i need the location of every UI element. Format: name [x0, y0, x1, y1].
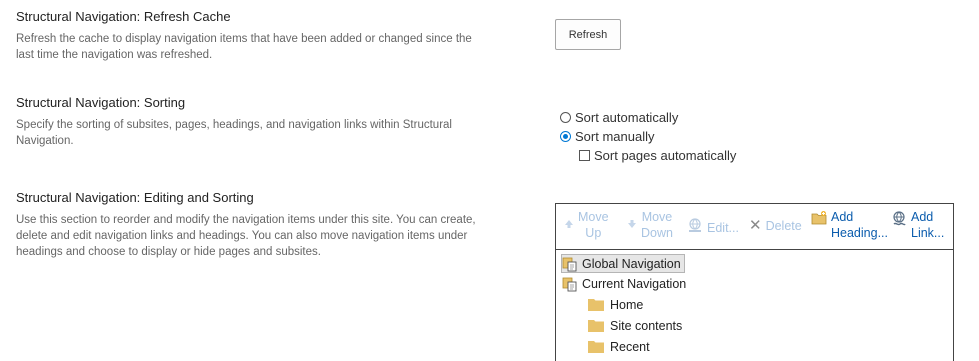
tree-node-recent[interactable]: Recent — [588, 337, 650, 356]
add-heading-button[interactable]: Add Heading... — [811, 209, 888, 241]
add-heading-label-line1: Add — [831, 210, 854, 224]
add-link-label-line1: Add — [911, 210, 934, 224]
tree-node-label: Current Navigation — [582, 276, 687, 291]
edit-label: Edit... — [707, 221, 739, 235]
refresh-cache-description: Refresh the cache to display navigation … — [16, 33, 472, 61]
editing-description: Use this section to reorder and modify t… — [16, 214, 476, 258]
edit-button[interactable]: Edit... — [687, 218, 739, 238]
sorting-description: Specify the sorting of subsites, pages, … — [16, 119, 452, 147]
tree-node-label: Home — [610, 297, 644, 312]
x-icon: ✕ — [749, 217, 762, 234]
folder-icon — [588, 298, 604, 311]
arrow-down-icon — [627, 217, 637, 233]
link-edit-icon — [687, 218, 703, 238]
navigation-tree: Global Navigation Current Navigation Hom… — [555, 250, 954, 361]
sort-automatically-option[interactable]: Sort automatically — [560, 108, 678, 126]
folder-icon — [588, 319, 604, 332]
delete-label: Delete — [765, 219, 802, 233]
sort-automatically-radio[interactable] — [560, 111, 571, 123]
arrow-up-icon — [564, 217, 574, 233]
tree-node-home[interactable]: Home — [588, 295, 643, 314]
sort-pages-label: Sort pages automatically — [594, 147, 737, 163]
tree-node-current-navigation[interactable]: Current Navigation — [562, 274, 686, 293]
add-heading-label-line2: Heading... — [831, 226, 888, 240]
move-up-label-line1: Move — [578, 210, 609, 224]
add-link-label-line2: Link... — [911, 226, 945, 240]
editing-title: Structural Navigation: Editing and Sorti… — [16, 190, 254, 205]
tree-node-label: Global Navigation — [582, 256, 681, 271]
sort-manually-option[interactable]: Sort manually — [560, 127, 654, 145]
refresh-cache-title: Structural Navigation: Refresh Cache — [16, 9, 231, 24]
navigation-node-icon — [562, 256, 578, 272]
move-down-label-line2: Down — [641, 226, 673, 240]
sort-manually-radio[interactable] — [560, 130, 571, 142]
folder-icon — [588, 340, 604, 353]
link-add-icon — [891, 211, 907, 231]
folder-add-icon — [811, 210, 827, 230]
move-up-label-line2: Up — [585, 226, 602, 240]
tree-node-label: Recent — [610, 339, 650, 354]
navigation-node-icon — [562, 276, 578, 292]
move-down-label-line1: Move — [641, 210, 673, 224]
move-up-button[interactable]: Move Up — [564, 209, 609, 241]
sorting-title: Structural Navigation: Sorting — [16, 95, 186, 110]
delete-button[interactable]: ✕ Delete — [749, 218, 802, 234]
refresh-button[interactable]: Refresh — [555, 19, 621, 50]
sort-automatically-label: Sort automatically — [575, 109, 679, 125]
sort-manually-label: Sort manually — [575, 128, 655, 144]
tree-node-global-navigation[interactable]: Global Navigation — [561, 254, 685, 273]
sort-pages-checkbox[interactable] — [579, 149, 590, 161]
sort-pages-option[interactable]: Sort pages automatically — [579, 146, 736, 164]
tree-node-site-contents[interactable]: Site contents — [588, 316, 682, 335]
tree-node-label: Site contents — [610, 318, 683, 333]
navigation-toolbar: Move Up Move Down Edit... ✕ Delete Add H… — [555, 203, 954, 250]
move-down-button[interactable]: Move Down — [627, 209, 673, 241]
add-link-button[interactable]: Add Link... — [891, 209, 944, 241]
